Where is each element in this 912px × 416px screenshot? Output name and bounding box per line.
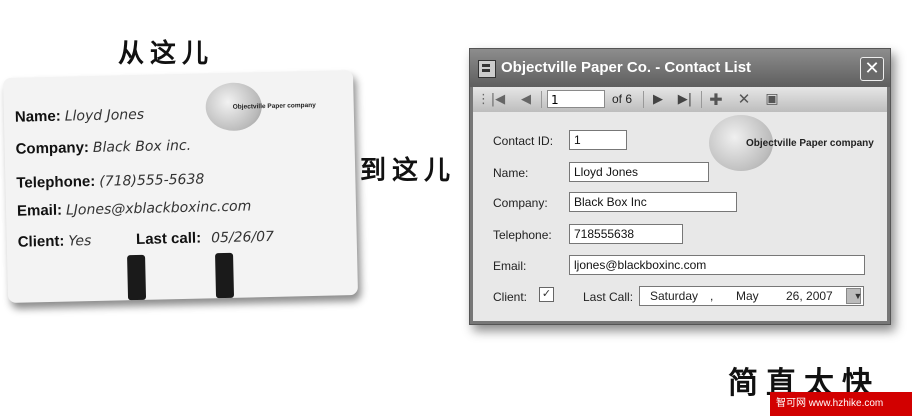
toolbar-separator xyxy=(643,91,644,108)
date-day-year: 26, 2007 xyxy=(786,289,833,303)
rolodex-card: Objectville Paper company Name: Lloyd Jon… xyxy=(3,70,359,303)
caption-to-here: 到这儿 xyxy=(360,156,457,186)
chevron-down-icon: ▼ xyxy=(853,291,863,301)
move-next-icon: ▶ xyxy=(653,92,663,107)
contact-id-label: Contact ID: xyxy=(493,134,554,148)
position-input[interactable]: 1 xyxy=(547,90,605,108)
card-name-value: Lloyd Jones xyxy=(64,106,145,125)
client-label: Client: xyxy=(493,290,528,304)
card-telephone-label: Telephone: xyxy=(16,172,96,192)
company-field[interactable]: Black Box Inc xyxy=(569,192,737,212)
telephone-label: Telephone: xyxy=(493,228,552,242)
card-slot-right xyxy=(215,252,235,299)
app-icon xyxy=(478,60,496,78)
card-email-label: Email: xyxy=(16,201,63,220)
toolbar-separator xyxy=(541,91,542,108)
card-company-value: Black Box inc. xyxy=(92,137,192,156)
grip-icon: ⋮ xyxy=(477,92,490,107)
move-last-button[interactable]: ▶| xyxy=(675,91,695,108)
card-slot-left xyxy=(127,254,147,301)
card-telephone-value: (718)555-5638 xyxy=(99,171,205,190)
add-new-button[interactable]: ✚ xyxy=(707,91,725,108)
company-logo-text: Objectville Paper company xyxy=(746,138,874,149)
move-first-button[interactable]: |◀ xyxy=(489,91,507,108)
move-first-icon: |◀ xyxy=(490,92,506,107)
date-month: May xyxy=(736,289,759,303)
name-label: Name: xyxy=(493,166,529,180)
name-field[interactable]: Lloyd Jones xyxy=(569,162,709,182)
card-name-row: Name: Lloyd Jones xyxy=(15,105,145,126)
card-company-row: Company: Black Box inc. xyxy=(15,136,191,158)
company-label: Company: xyxy=(493,196,548,210)
title-bar[interactable]: Objectville Paper Co. - Contact List ✕ xyxy=(470,49,890,87)
move-next-button[interactable]: ▶ xyxy=(649,91,667,108)
close-button[interactable]: ✕ xyxy=(860,57,884,81)
save-icon: ▣ xyxy=(765,91,779,107)
save-button[interactable]: ▣ xyxy=(763,91,781,108)
record-count-label: of 6 xyxy=(612,92,633,106)
dropdown-button[interactable]: ▼ xyxy=(846,288,863,304)
card-logo-text: Objectville Paper company xyxy=(232,101,316,111)
client-checkbox[interactable]: ✓ xyxy=(539,287,554,302)
contact-list-window: Objectville Paper Co. - Contact List ✕ ⋮… xyxy=(469,48,891,325)
last-call-date-picker[interactable]: Saturday , May 26, 2007 ▼ xyxy=(639,286,864,306)
card-client-value: Yes xyxy=(68,233,92,250)
contact-id-field[interactable]: 1 xyxy=(569,130,627,150)
card-company-label: Company: xyxy=(15,139,90,158)
window-title: Objectville Paper Co. - Contact List xyxy=(501,59,752,76)
toolbar-separator xyxy=(701,91,702,108)
card-telephone-row: Telephone: (718)555-5638 xyxy=(16,169,204,191)
contact-form: Objectville Paper company Contact ID: 1 … xyxy=(473,112,887,321)
move-previous-icon: ◀ xyxy=(521,92,531,107)
navigator-toolbar: ⋮ |◀ ◀ 1 of 6 ▶ ▶| ✚ ✕ ▣ xyxy=(473,87,887,112)
card-email-value: LJones@xblackboxinc.com xyxy=(65,198,252,219)
move-last-icon: ▶| xyxy=(677,92,693,107)
caption-from-here: 从这儿 xyxy=(118,39,215,69)
date-separator: , xyxy=(710,289,714,303)
watermark: 智可网 www.hzhike.com xyxy=(770,392,912,416)
card-name-label: Name: xyxy=(14,107,61,126)
move-previous-button[interactable]: ◀ xyxy=(517,91,535,108)
card-email-row: Email: LJones@xblackboxinc.com xyxy=(17,196,252,219)
email-field[interactable]: ljones@blackboxinc.com xyxy=(569,255,865,275)
delete-button[interactable]: ✕ xyxy=(735,91,753,108)
card-last-call-label: Last call: xyxy=(135,229,202,249)
card-last-call-value: 05/26/07 xyxy=(210,228,275,247)
card-client-row: Client: Yes Last call: 05/26/07 xyxy=(18,227,275,251)
date-day: Saturday xyxy=(650,289,699,303)
last-call-label: Last Call: xyxy=(583,290,634,304)
card-client-label: Client: xyxy=(17,232,65,251)
email-label: Email: xyxy=(493,259,527,273)
delete-icon: ✕ xyxy=(737,90,751,108)
telephone-field[interactable]: 718555638 xyxy=(569,224,683,244)
plus-icon: ✚ xyxy=(709,90,723,109)
close-icon: ✕ xyxy=(864,58,880,79)
